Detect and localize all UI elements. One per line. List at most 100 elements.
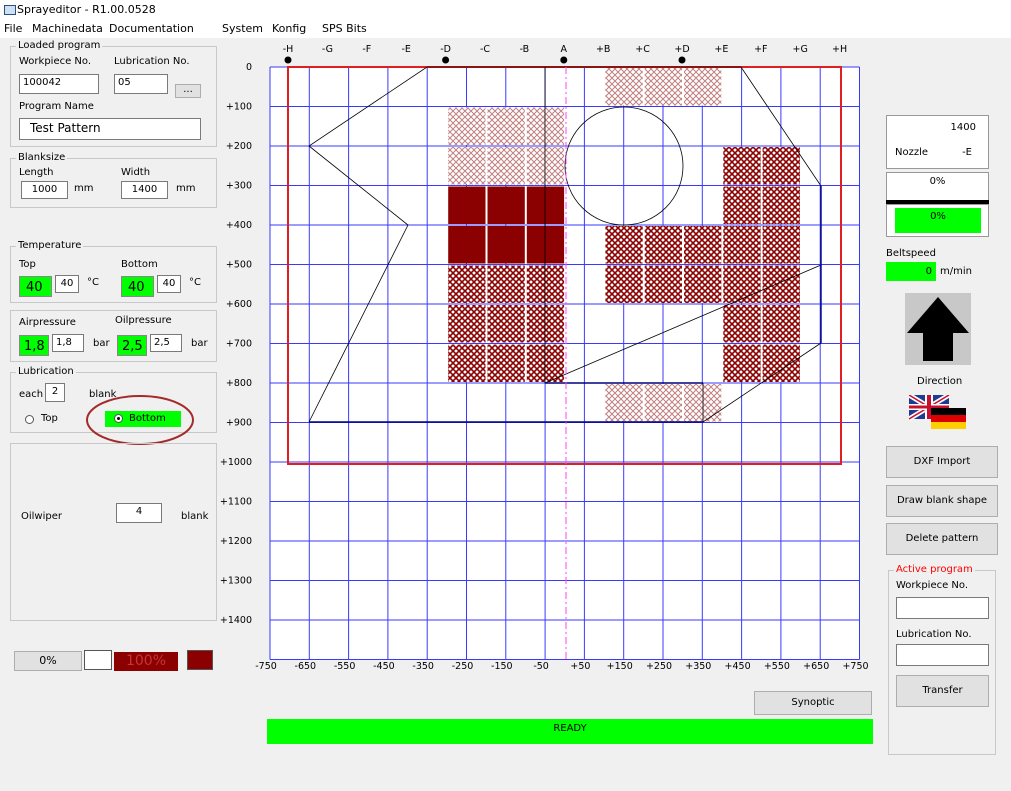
top-label: -H [283, 44, 294, 55]
x-label: -350 [412, 661, 434, 672]
x-label: -550 [334, 661, 356, 672]
y-label: 0 [246, 62, 252, 73]
spray-cell-solid [448, 226, 486, 264]
spray-cell-solid [526, 186, 565, 224]
x-label: +350 [685, 661, 711, 672]
y-label: +1300 [220, 576, 252, 587]
top-label: -F [362, 44, 371, 55]
language-flag-icon[interactable] [909, 395, 966, 429]
top-label: -G [322, 44, 333, 55]
y-label: +600 [226, 299, 252, 310]
x-label: +250 [646, 661, 672, 672]
spray-cell-light [448, 147, 486, 185]
direction-box [905, 293, 971, 365]
beltspeed-label: Beltspeed [886, 248, 936, 259]
spray-cell-hatched [762, 344, 800, 382]
top-label: +B [596, 44, 610, 55]
x-label: +650 [803, 661, 829, 672]
y-label: +800 [226, 378, 252, 389]
active-workpiece-input [896, 597, 989, 619]
spray-cell-light [605, 384, 643, 422]
top-label: +E [714, 44, 728, 55]
spray-cell-hatched [723, 265, 761, 303]
spray-cell-light [644, 384, 682, 422]
spray-cell-solid [448, 186, 486, 224]
spray-cell-light [487, 147, 525, 185]
delete-pattern-button[interactable]: Delete pattern [886, 523, 998, 555]
synoptic-button[interactable]: Synoptic [754, 691, 872, 715]
active-lubrication-input [896, 644, 989, 666]
spray-cell-light [526, 147, 565, 185]
spray-cell-hatched [762, 226, 800, 264]
top-label: +D [674, 44, 689, 55]
y-label: +300 [226, 181, 252, 192]
progress-bottom-value: 0% [895, 208, 981, 233]
progress-top-box: 0% [886, 172, 989, 202]
x-label: -250 [452, 661, 474, 672]
spray-cell-light [684, 68, 722, 106]
y-label: +500 [226, 260, 252, 271]
reference-dot [442, 56, 450, 64]
y-label: +900 [226, 418, 252, 429]
top-label: A [561, 44, 568, 55]
x-label: -450 [373, 661, 395, 672]
x-label: -650 [295, 661, 317, 672]
top-label: +C [635, 44, 650, 55]
spray-cell-light [448, 107, 486, 145]
spray-cell-hatched [762, 147, 800, 185]
spray-grid[interactable]: -H -G -F -E -D -C -B A +B +C +D +E +F +G +H 0 +100 +200 +3… [0, 0, 880, 680]
spray-cell-hatched [723, 186, 761, 224]
dxf-import-button[interactable]: DXF Import [886, 446, 998, 478]
draw-blank-shape-button[interactable]: Draw blank shape [886, 485, 998, 517]
y-label: +100 [226, 102, 252, 113]
y-label: +700 [226, 339, 252, 350]
spray-cell-hatched [605, 265, 643, 303]
y-label: +1200 [220, 536, 252, 547]
x-label: +450 [725, 661, 751, 672]
spray-cell-hatched [605, 226, 643, 264]
y-label: +400 [226, 220, 252, 231]
reference-dot [678, 56, 686, 64]
spray-cell-light [644, 68, 682, 106]
reference-dot [284, 56, 292, 64]
spray-cell-solid [487, 226, 525, 264]
y-label: +1000 [220, 457, 252, 468]
x-label: +550 [764, 661, 790, 672]
spray-cell-light [605, 68, 643, 106]
x-label: -50 [533, 661, 549, 672]
top-label: +F [754, 44, 767, 55]
y-label: +200 [226, 141, 252, 152]
x-label: -750 [255, 661, 277, 672]
nozzle-label: Nozzle [895, 147, 929, 158]
reference-dot [560, 56, 568, 64]
y-label: +1400 [220, 615, 252, 626]
top-label: +G [793, 44, 808, 55]
spray-cell-hatched [684, 265, 722, 303]
top-label: +H [832, 44, 847, 55]
x-label: +750 [842, 661, 868, 672]
spray-cell-hatched [644, 265, 682, 303]
spray-cell-hatched [526, 344, 565, 382]
y-label: +1100 [220, 497, 252, 508]
beltspeed-value: 0 [886, 262, 936, 281]
transfer-button[interactable]: Transfer [896, 675, 989, 707]
top-label: -D [440, 44, 451, 55]
top-label: -B [520, 44, 530, 55]
spray-cell-hatched [526, 265, 565, 303]
beltspeed-unit: m/min [940, 266, 972, 277]
spray-cell-hatched [448, 265, 486, 303]
active-program-legend: Active program [894, 564, 975, 575]
spray-cell-hatched [723, 226, 761, 264]
direction-label: Direction [917, 376, 963, 387]
x-label: -150 [491, 661, 513, 672]
spray-cell-hatched [526, 305, 565, 343]
active-lubrication-label: Lubrication No. [896, 629, 972, 640]
spray-cell-light [526, 107, 565, 145]
spray-cell-hatched [723, 305, 761, 343]
spray-cell-light [487, 107, 525, 145]
spray-cell-solid [526, 226, 565, 264]
spray-cell-hatched [723, 344, 761, 382]
spray-cell-solid [487, 186, 525, 224]
nozzle-id: -E [962, 147, 972, 158]
spray-cell-hatched [684, 226, 722, 264]
